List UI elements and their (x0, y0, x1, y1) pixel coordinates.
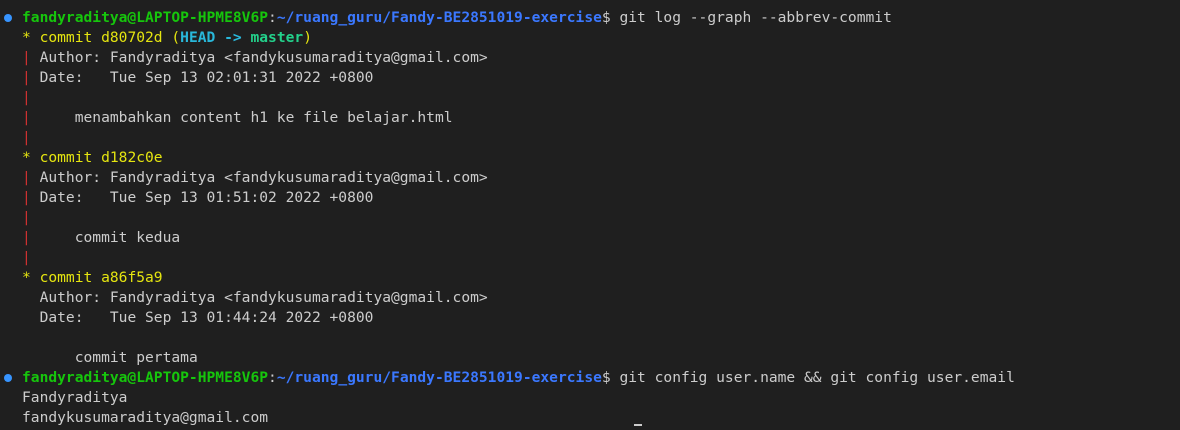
commit-message: commit pertama (39, 349, 198, 366)
graph-empty-line: | (0, 88, 1180, 108)
head-ref: HEAD -> (180, 29, 251, 46)
commit-label: commit a86f5a9 (39, 269, 163, 286)
output-user-email: fandykusumaraditya@gmail.com (22, 409, 269, 426)
graph-line: | (22, 189, 40, 206)
graph-indent (22, 349, 40, 366)
commit-date: Date: Tue Sep 13 01:51:02 2022 +0800 (39, 189, 374, 206)
ref-close-paren: ) (303, 29, 312, 46)
commit-date: Date: Tue Sep 13 02:01:31 2022 +0800 (39, 69, 374, 86)
graph-line: | (22, 89, 40, 106)
prompt-colon: : (268, 9, 277, 26)
branch-ref: master (250, 29, 304, 46)
commit-author: Author: Fandyraditya <fandykusumaraditya… (39, 169, 488, 186)
graph-star: * (22, 269, 40, 286)
commit-date: Date: Tue Sep 13 01:44:24 2022 +0800 (39, 309, 374, 326)
prompt-dollar: $ (601, 369, 620, 386)
commit-message-line: | commit kedua (0, 228, 1180, 248)
commit-author: Author: Fandyraditya <fandykusumaraditya… (39, 49, 488, 66)
commit-header-line: * commit a86f5a9 (0, 268, 1180, 288)
prompt-path: ~/ruang_guru/Fandy-BE2851019-exercise (276, 9, 602, 26)
graph-star: * (22, 29, 40, 46)
command-text: git log --graph --abbrev-commit (619, 9, 892, 26)
commit-label: commit d182c0e (39, 149, 163, 166)
commit-author: Author: Fandyraditya <fandykusumaraditya… (39, 289, 488, 306)
command-text: git config user.name && git config user.… (619, 369, 1015, 386)
graph-empty-line: | (0, 248, 1180, 268)
commit-author-line: Author: Fandyraditya <fandykusumaraditya… (0, 288, 1180, 308)
graph-empty-line: | (0, 128, 1180, 148)
graph-line: | (22, 129, 40, 146)
commit-header-line: * commit d182c0e (0, 148, 1180, 168)
commit-message: menambahkan content h1 ke file belajar.h… (39, 109, 453, 126)
graph-line: | (22, 49, 40, 66)
commit-label: commit d80702d (39, 29, 172, 46)
prompt-colon: : (268, 369, 277, 386)
commit-header-line: * commit d80702d (HEAD -> master) (0, 28, 1180, 48)
prompt-user-host: fandyraditya@LAPTOP-HPME8V6P (22, 369, 269, 386)
prompt-line: fandyraditya@LAPTOP-HPME8V6P:~/ruang_gur… (0, 368, 1180, 388)
graph-indent (22, 289, 40, 306)
prompt-dollar: $ (601, 9, 620, 26)
graph-line: | (22, 209, 40, 226)
output-user-name: Fandyraditya (22, 389, 128, 406)
commit-date-line: Date: Tue Sep 13 01:44:24 2022 +0800 (0, 308, 1180, 328)
command-status-dot-icon[interactable] (4, 374, 12, 382)
command-status-dot-icon[interactable] (4, 14, 12, 22)
output-line: fandykusumaraditya@gmail.com (0, 408, 1180, 428)
graph-line: | (22, 69, 40, 86)
commit-message: commit kedua (39, 229, 181, 246)
commit-message-line: | menambahkan content h1 ke file belajar… (0, 108, 1180, 128)
commit-message-line: commit pertama (0, 348, 1180, 368)
graph-line: | (22, 109, 40, 126)
prompt-line: fandyraditya@LAPTOP-HPME8V6P:~/ruang_gur… (0, 8, 1180, 28)
terminal-panel[interactable]: fandyraditya@LAPTOP-HPME8V6P:~/ruang_gur… (0, 0, 1180, 430)
graph-line: | (22, 229, 40, 246)
terminal-cursor (634, 424, 642, 426)
graph-line: | (22, 169, 40, 186)
graph-line: | (22, 249, 40, 266)
graph-star: * (22, 149, 40, 166)
prompt-path: ~/ruang_guru/Fandy-BE2851019-exercise (276, 369, 602, 386)
ref-open-paren: ( (171, 29, 181, 46)
commit-date-line: | Date: Tue Sep 13 01:51:02 2022 +0800 (0, 188, 1180, 208)
graph-indent (22, 309, 40, 326)
output-line: Fandyraditya (0, 388, 1180, 408)
commit-date-line: | Date: Tue Sep 13 02:01:31 2022 +0800 (0, 68, 1180, 88)
commit-author-line: | Author: Fandyraditya <fandykusumaradit… (0, 168, 1180, 188)
graph-empty-line: | (0, 208, 1180, 228)
prompt-user-host: fandyraditya@LAPTOP-HPME8V6P (22, 9, 269, 26)
commit-author-line: | Author: Fandyraditya <fandykusumaradit… (0, 48, 1180, 68)
